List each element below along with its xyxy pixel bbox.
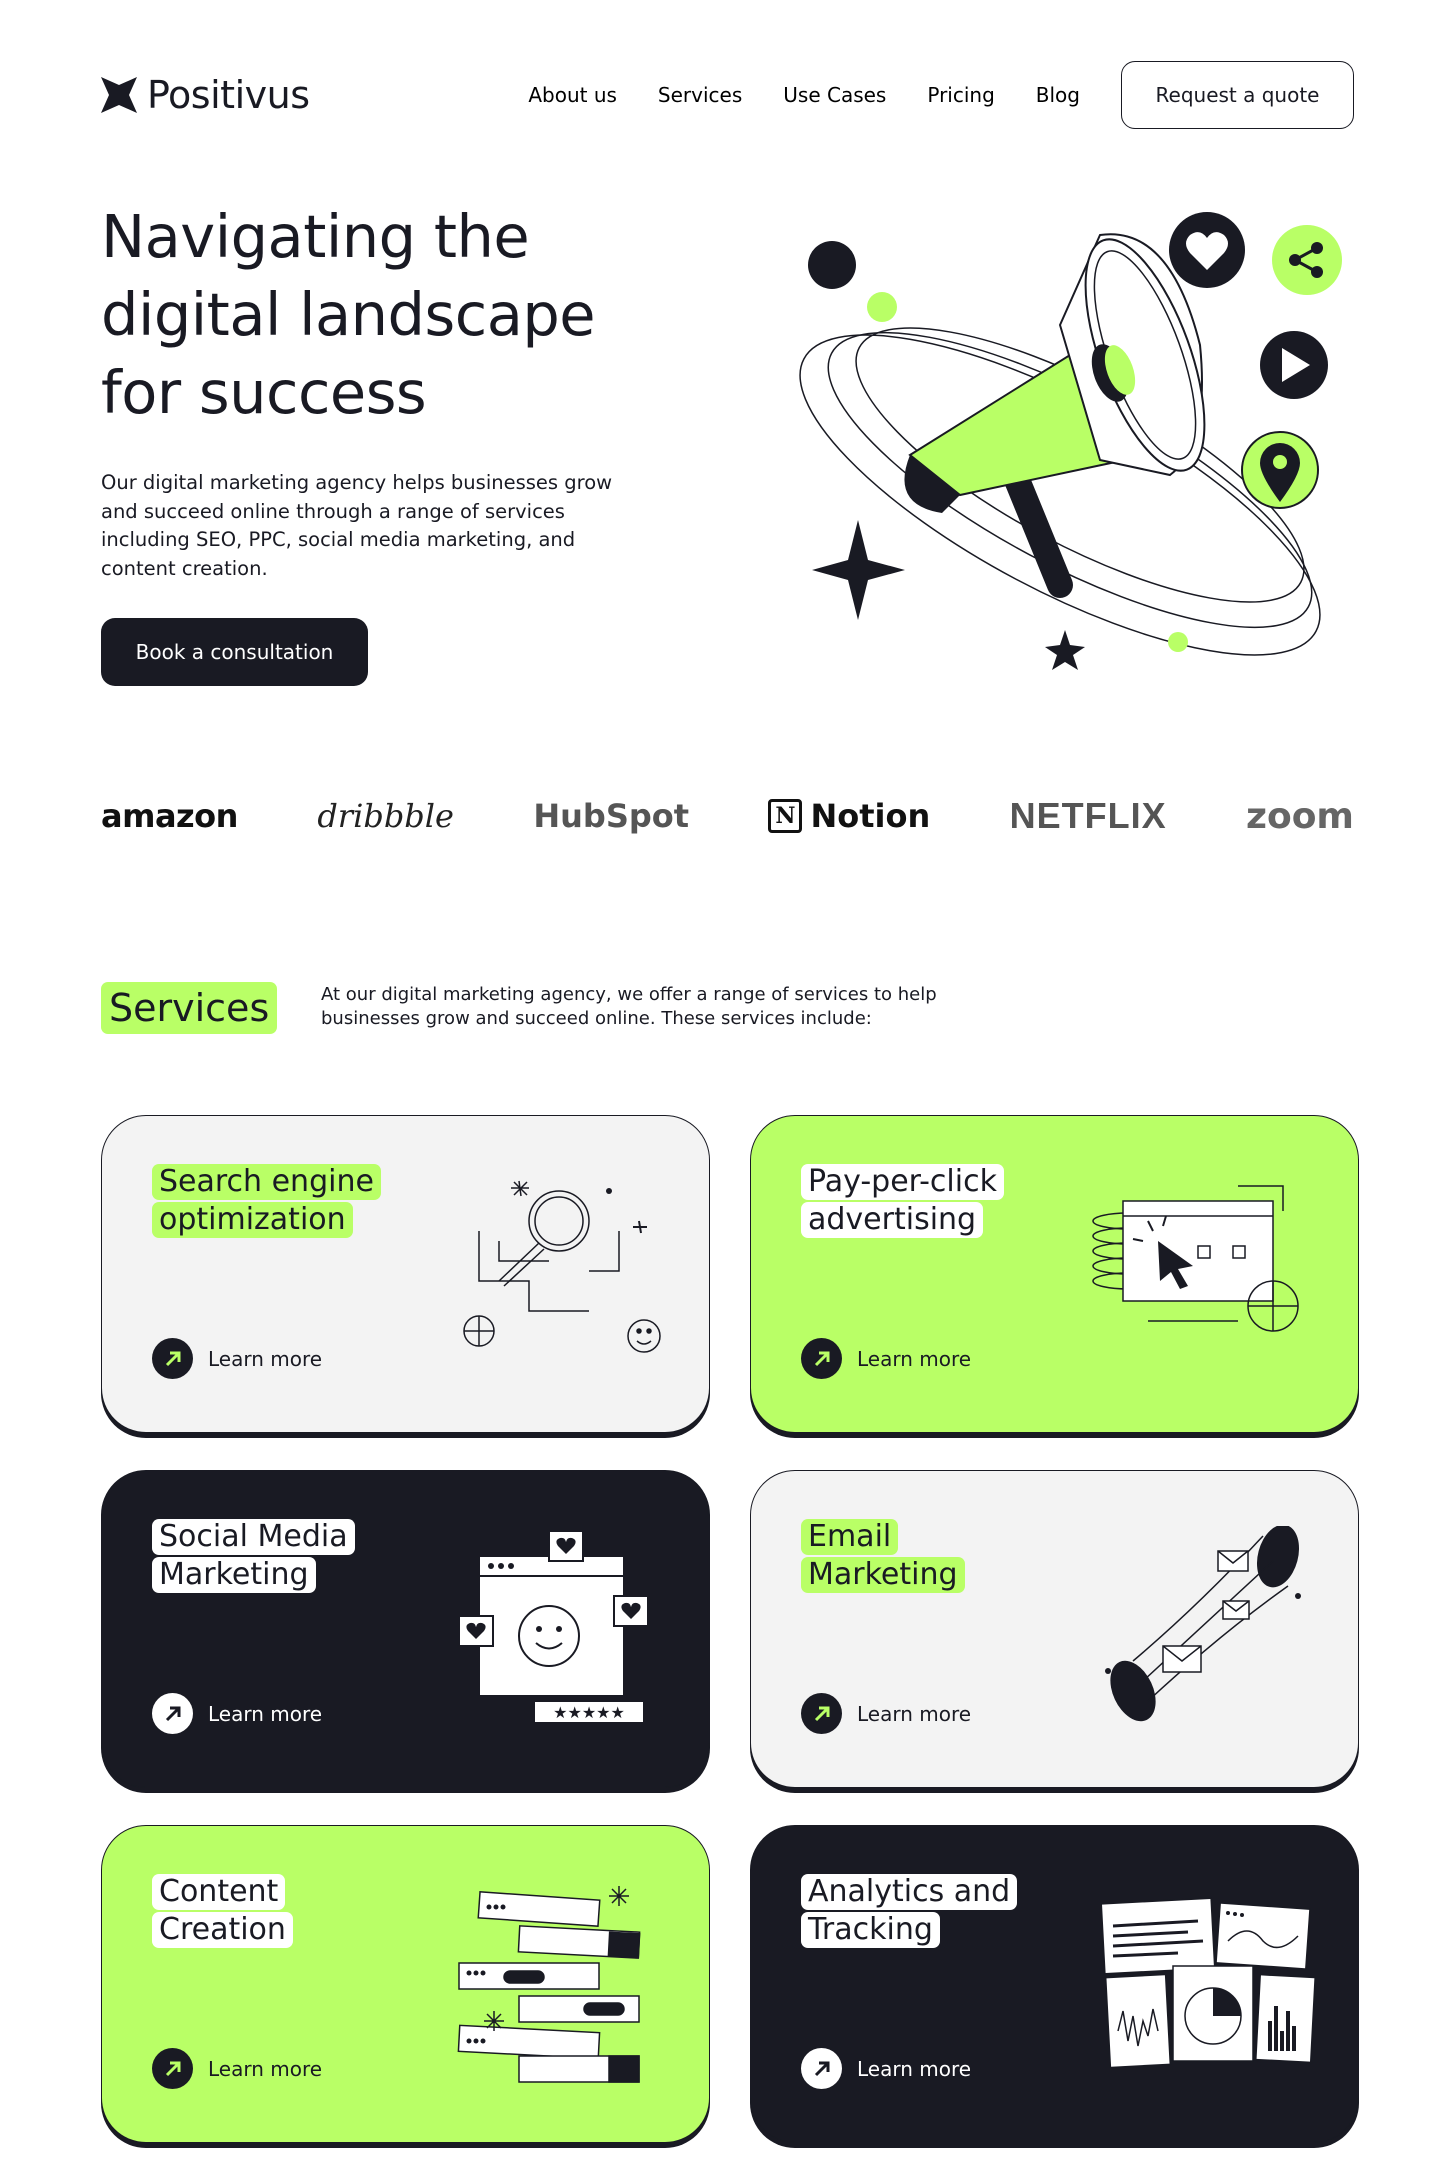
learn-more-label: Learn more — [857, 1346, 972, 1371]
zoom-logo: zoom — [1246, 795, 1354, 837]
card-title-line: Analytics and — [801, 1874, 1018, 1910]
svg-text:★★★★★: ★★★★★ — [553, 1703, 625, 1722]
learn-more-link[interactable]: Learn more — [801, 2048, 971, 2089]
card-title-line: Content — [152, 1874, 286, 1910]
hero-description: Our digital marketing agency helps busin… — [101, 471, 613, 580]
card-title: Social Media Marketing — [152, 1519, 355, 1595]
card-title-line: Creation — [152, 1912, 293, 1948]
magnifier-illustration — [463, 1180, 661, 1353]
learn-more-label: Learn more — [208, 1346, 323, 1371]
learn-more-label: Learn more — [208, 1701, 323, 1726]
card-title-line: optimization — [152, 1202, 353, 1238]
arrow-icon — [801, 2048, 842, 2089]
nav-use-cases[interactable]: Use Cases — [783, 83, 886, 107]
learn-more-link[interactable]: Learn more — [152, 2048, 322, 2089]
notion-icon: N — [768, 799, 803, 833]
learn-more-label: Learn more — [208, 2056, 323, 2081]
nav-about[interactable]: About us — [528, 83, 617, 107]
service-card-seo[interactable]: Search engine optimization Learn more — [101, 1115, 710, 1433]
logo-text: Positivus — [147, 73, 310, 117]
nav-blog[interactable]: Blog — [1036, 83, 1080, 107]
notion-text: Notion — [810, 797, 931, 835]
card-title-line: Pay-per-click — [801, 1164, 1004, 1200]
card-title-line: advertising — [801, 1202, 984, 1238]
learn-more-label: Learn more — [857, 2056, 972, 2081]
notion-logo: N Notion — [768, 797, 930, 835]
learn-more-link[interactable]: Learn more — [801, 1693, 971, 1734]
learn-more-link[interactable]: Learn more — [801, 1338, 971, 1379]
card-title-line: Marketing — [152, 1557, 316, 1593]
logo[interactable]: Positivus — [101, 73, 310, 117]
hero-title: Navigating the digital landscape for suc… — [101, 202, 596, 427]
email-illustration — [1105, 1526, 1301, 1722]
service-card-email[interactable]: Email Marketing Learn more — [750, 1470, 1359, 1788]
service-card-analytics[interactable]: Analytics and Tracking Learn more — [750, 1825, 1359, 2143]
service-card-ppc[interactable]: Pay-per-click advertising Learn more — [750, 1115, 1359, 1433]
learn-more-link[interactable]: Learn more — [152, 1693, 322, 1734]
logo-icon — [101, 77, 137, 113]
card-title-line: Search engine — [152, 1164, 381, 1200]
card-title: Email Marketing — [801, 1519, 965, 1595]
service-card-social[interactable]: Social Media Marketing Learn more ★★★★★ — [101, 1470, 710, 1788]
card-title-line: Marketing — [801, 1557, 965, 1593]
client-logos: amazon dribbble HubSpot N Notion NETFLIX… — [101, 790, 1354, 842]
arrow-icon — [152, 1693, 193, 1734]
card-title: Pay-per-click advertising — [801, 1164, 1004, 1240]
nav-pricing[interactable]: Pricing — [927, 83, 994, 107]
cursor-click-illustration — [1092, 1185, 1299, 1332]
hubspot-logo: HubSpot — [533, 797, 690, 835]
services-intro: At our digital marketing agency, we offe… — [321, 984, 937, 1029]
learn-more-link[interactable]: Learn more — [152, 1338, 322, 1379]
card-title: Content Creation — [152, 1874, 293, 1950]
social-media-illustration: ★★★★★ — [458, 1530, 649, 1724]
megaphone-illustration — [799, 212, 1342, 670]
card-title-line: Social Media — [152, 1519, 355, 1555]
arrow-icon — [801, 1693, 842, 1734]
netflix-logo: NETFLIX — [1009, 795, 1167, 836]
card-title: Analytics and Tracking — [801, 1874, 1018, 1950]
dribbble-logo: dribbble — [317, 797, 454, 835]
card-title-line: Email — [801, 1519, 899, 1555]
site-header: Positivus About us Services Use Cases Pr… — [101, 60, 1354, 130]
arrow-icon — [152, 2048, 193, 2089]
request-quote-button[interactable]: Request a quote — [1121, 61, 1354, 129]
analytics-dashboard-illustration — [1100, 1897, 1316, 2069]
amazon-logo: amazon — [101, 797, 238, 835]
learn-more-label: Learn more — [857, 1701, 972, 1726]
nav-services[interactable]: Services — [658, 83, 742, 107]
card-title: Search engine optimization — [152, 1164, 381, 1240]
service-card-content[interactable]: Content Creation Learn more — [101, 1825, 710, 2143]
content-blocks-illustration — [457, 1886, 641, 2083]
arrow-icon — [152, 1338, 193, 1379]
services-heading: Services — [101, 982, 278, 1034]
card-title-line: Tracking — [801, 1912, 940, 1948]
book-consultation-button[interactable]: Book a consultation — [101, 618, 368, 686]
arrow-icon — [801, 1338, 842, 1379]
main-nav: About us Services Use Cases Pricing Blog… — [487, 61, 1354, 129]
